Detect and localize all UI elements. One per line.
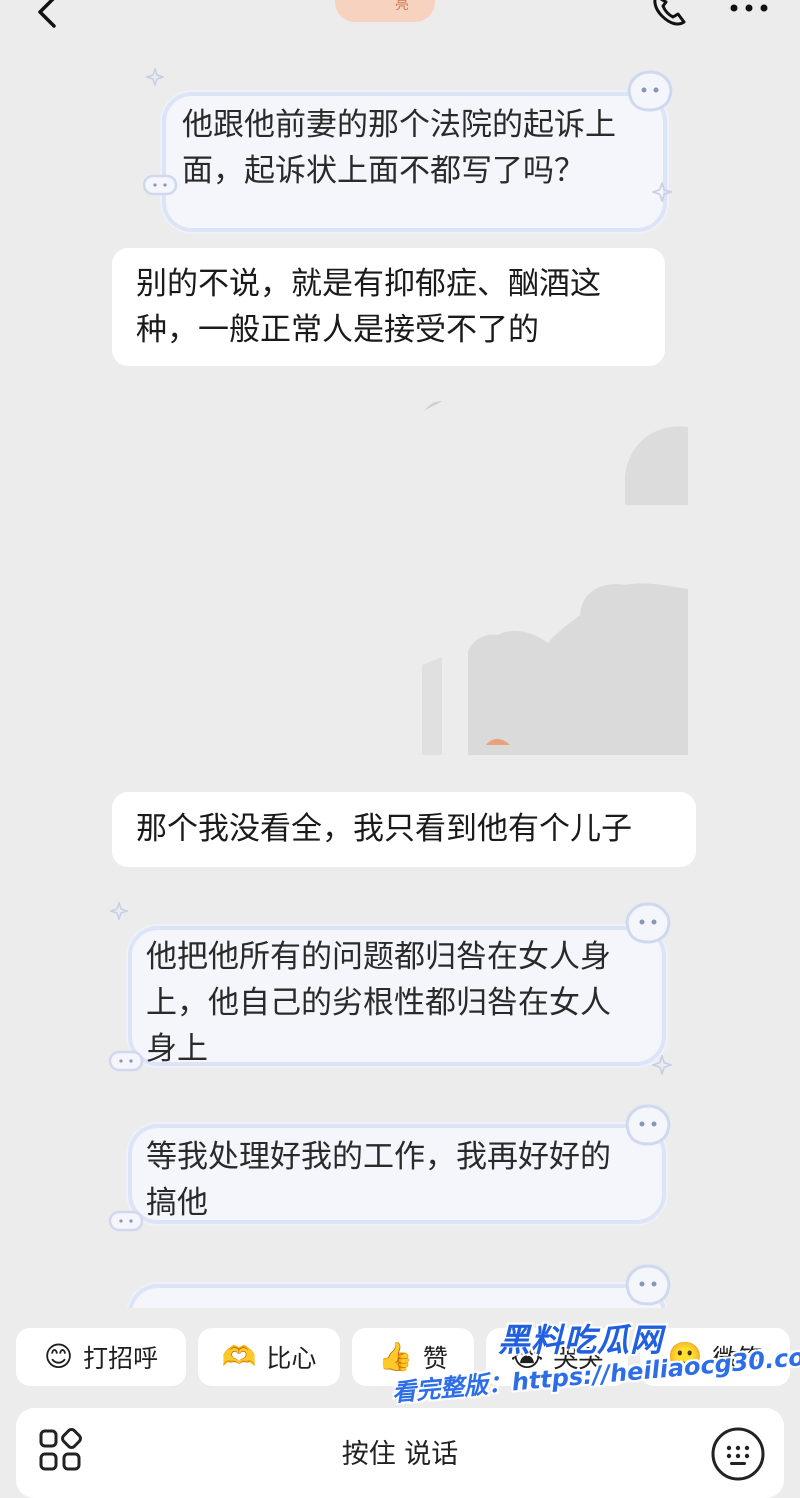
message-text-line: 搞他	[146, 1185, 208, 1221]
contact-title-pill[interactable]: 亮	[335, 0, 435, 22]
crying-emoji-icon: 😭	[510, 1340, 544, 1373]
top-navigation-bar: 亮	[0, 0, 800, 50]
keyboard-icon[interactable]	[710, 1426, 766, 1482]
sparkle-icon	[110, 902, 128, 920]
sparkle-icon	[146, 68, 164, 86]
message-bubble-sent-cloud[interactable]: 他把他所有的问题都归咎在女人身 上，他自己的劣根性都归咎在女人 身上	[128, 926, 666, 1067]
quick-reply-smile[interactable]: 🙂 微笑	[640, 1328, 790, 1386]
quick-reply-greet[interactable]: 😊 打招呼	[16, 1328, 186, 1386]
message-text-line: 种，一般正常人是接受不了的	[136, 312, 539, 348]
quick-reply-cry[interactable]: 😭 哭哭	[486, 1328, 628, 1386]
cloud-face-sticker-icon	[108, 1050, 144, 1072]
message-bubble-partial[interactable]	[128, 1284, 666, 1308]
message-text-line: 他跟他前妻的那个法院的起诉上	[182, 107, 616, 143]
message-text-line: 他把他所有的问题都归咎在女人身	[146, 939, 611, 975]
image-message-redacted[interactable]	[420, 395, 690, 760]
hold-to-talk-button[interactable]: 按住 说话	[16, 1432, 784, 1471]
cloud-face-sticker-icon	[108, 1210, 144, 1232]
quick-reply-label: 赞	[422, 1344, 448, 1373]
message-bubble-received[interactable]: 那个我没看全，我只看到他有个儿子	[112, 792, 696, 867]
thumbs-up-emoji-icon: 👍	[378, 1340, 413, 1373]
message-text-line: 面，起诉状上面不都写了吗？	[182, 153, 585, 189]
cloud-cat-sticker-icon	[625, 902, 671, 944]
message-text-line: 别的不说，就是有抑郁症、酗酒这	[136, 266, 601, 302]
quick-reply-heart[interactable]: 🫶 比心	[198, 1328, 340, 1386]
cloud-face-sticker-icon	[142, 174, 178, 196]
cloud-cat-sticker-icon	[625, 1104, 671, 1146]
message-input-bar: 按住 说话	[16, 1408, 784, 1498]
message-text-line: 身上	[146, 1031, 208, 1067]
quick-reply-label: 打招呼	[83, 1344, 159, 1373]
waving-face-emoji-icon: 😊	[43, 1340, 74, 1373]
contact-title-text: 亮	[395, 0, 409, 13]
message-bubble-sent-cloud[interactable]: 他跟他前妻的那个法院的起诉上 面，起诉状上面不都写了吗？	[162, 92, 667, 232]
phone-call-icon[interactable]	[648, 0, 690, 34]
message-text-line: 那个我没看全，我只看到他有个儿子	[136, 811, 632, 847]
message-bubble-received[interactable]: 别的不说，就是有抑郁症、酗酒这 种，一般正常人是接受不了的	[112, 248, 665, 366]
heart-hands-emoji-icon: 🫶	[221, 1340, 257, 1373]
sparkle-icon	[652, 182, 672, 202]
quick-reply-like[interactable]: 👍 赞	[352, 1328, 474, 1386]
back-arrow-icon[interactable]	[30, 0, 70, 36]
smile-emoji-icon: 🙂	[667, 1340, 703, 1373]
quick-reply-label: 哭哭	[553, 1344, 604, 1373]
message-text-line: 等我处理好我的工作，我再好好的	[146, 1139, 611, 1175]
message-text-line: 上，他自己的劣根性都归咎在女人	[146, 985, 611, 1021]
quick-reply-label: 比心	[266, 1344, 317, 1373]
cloud-cat-sticker-icon	[627, 70, 673, 112]
sparkle-icon	[652, 1055, 672, 1075]
more-options-icon[interactable]	[728, 0, 772, 20]
cloud-cat-sticker-icon	[625, 1264, 671, 1306]
message-bubble-sent-cloud[interactable]: 等我处理好我的工作，我再好好的 搞他	[128, 1124, 666, 1224]
quick-reply-bar: 😊 打招呼 🫶 比心 👍 赞 😭 哭哭 🙂 微笑	[0, 1310, 800, 1410]
chat-message-list[interactable]: 他跟他前妻的那个法院的起诉上 面，起诉状上面不都写了吗？ 别的不说，就是有抑郁症…	[0, 50, 800, 1308]
quick-reply-label: 微笑	[712, 1344, 763, 1373]
